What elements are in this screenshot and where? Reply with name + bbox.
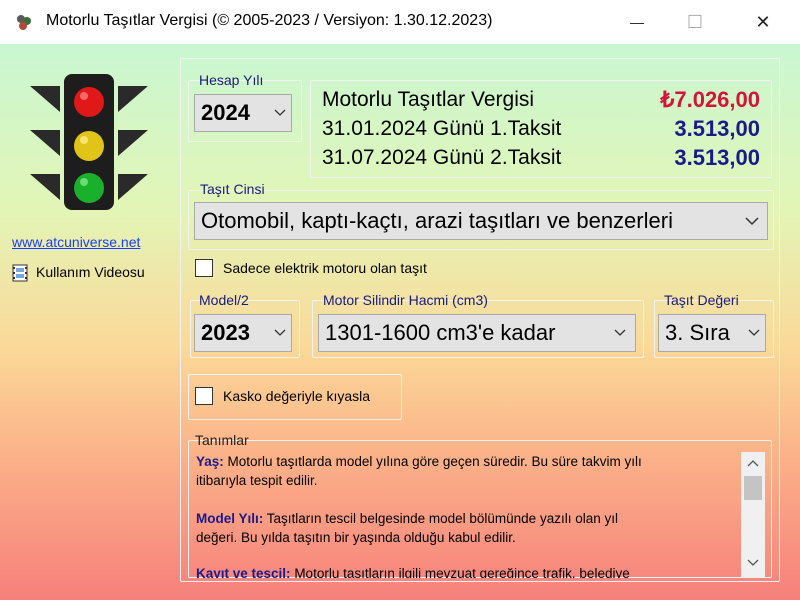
vehicle-type-value: Otomobil, kaptı-kaçtı, arazi taşıtları v… (201, 208, 673, 233)
film-icon (12, 264, 28, 282)
app-icon (17, 15, 31, 30)
maximize-button[interactable]: ☐ (672, 0, 718, 44)
model-select[interactable]: 2023 (194, 314, 292, 352)
vehicle-type-select[interactable]: Otomobil, kaptı-kaçtı, arazi taşıtları v… (194, 202, 768, 240)
website-link[interactable]: www.atcuniverse.net (12, 234, 140, 250)
chevron-down-icon (743, 329, 765, 337)
term-model-yili: Model Yılı: (196, 511, 264, 526)
summary-title: Motorlu Taşıtlar Vergisi (322, 88, 535, 111)
installment2-label: 31.07.2024 Günü 2.Taksit (322, 146, 562, 169)
minimize-button[interactable]: — (614, 0, 660, 44)
video-link[interactable]: Kullanım Videosu (36, 264, 145, 280)
scroll-down-arrow-icon[interactable] (741, 552, 765, 574)
hesap-yili-label: Hesap Yılı (199, 72, 264, 88)
definition-model-yili-line1: Taşıtların tescil belgesinde model bölüm… (266, 511, 618, 526)
close-button[interactable]: ✕ (740, 0, 786, 44)
vehicle-type-label: Taşıt Cinsi (200, 181, 265, 197)
definition-yas: Yaş: Motorlu taşıtlarda model yılına gör… (196, 452, 642, 471)
chevron-down-icon (737, 216, 767, 226)
window-title: Motorlu Taşıtlar Vergisi (© 2005-2023 / … (46, 12, 493, 29)
definitions-text[interactable]: Yaş: Motorlu taşıtlarda model yılına gör… (196, 452, 740, 578)
vehicle-value-select[interactable]: 3. Sıra (658, 314, 766, 352)
vehicle-value-label: Taşıt Değeri (664, 292, 739, 308)
definition-yas-line2: itibarıyla tespit edilir. (196, 473, 318, 488)
installment1-label: 31.01.2024 Günü 1.Taksit (322, 117, 562, 140)
definitions-scrollbar[interactable] (741, 452, 765, 578)
definition-yas-line1: Motorlu taşıtlarda model yılına göre geç… (227, 454, 642, 469)
chevron-down-icon (269, 109, 291, 117)
definitions-label: Tanımlar (195, 432, 249, 448)
model-label: Model/2 (199, 292, 249, 308)
definition-model-yili: Model Yılı: Taşıtların tescil belgesinde… (196, 509, 618, 528)
title-bar[interactable]: Motorlu Taşıtlar Vergisi (© 2005-2023 / … (0, 0, 800, 44)
installment1-amount: 3.513,00 (674, 116, 760, 141)
term-yas: Yaş: (196, 454, 224, 469)
minimize-icon: — (630, 14, 644, 30)
term-kayit: Kayıt ve tescil: (196, 566, 291, 578)
kasko-label[interactable]: Kasko değeriyle kıyasla (223, 388, 370, 404)
maximize-icon: ☐ (686, 11, 704, 32)
scroll-up-arrow-icon[interactable] (741, 452, 765, 474)
app-window: Motorlu Taşıtlar Vergisi (© 2005-2023 / … (0, 0, 800, 600)
definition-kayit: Kayıt ve tescil: Motorlu taşıtların ilgi… (196, 564, 630, 578)
definition-model-yili-line2: değeri. Bu yılda taşıtın bir yaşında old… (196, 530, 516, 545)
definition-kayit-line1: Motorlu taşıtların ilgili mevzuat gereği… (294, 566, 630, 578)
electric-only-label[interactable]: Sadece elektrik motoru olan taşıt (223, 260, 427, 276)
engine-select[interactable]: 1301-1600 cm3'e kadar (318, 314, 636, 352)
close-icon: ✕ (755, 11, 771, 32)
hesap-yili-select[interactable]: 2024 (194, 94, 292, 132)
engine-value: 1301-1600 cm3'e kadar (325, 320, 556, 345)
kasko-checkbox[interactable] (195, 387, 213, 405)
installment2-amount: 3.513,00 (674, 145, 760, 170)
chevron-down-icon (269, 329, 291, 337)
chevron-down-icon (605, 329, 635, 337)
total-amount: ₺7.026,00 (660, 87, 760, 112)
scroll-thumb[interactable] (744, 476, 762, 500)
model-value: 2023 (201, 320, 250, 345)
hesap-yili-value: 2024 (201, 100, 250, 125)
video-link-row[interactable]: Kullanım Videosu (12, 262, 162, 284)
traffic-light-icon (30, 74, 148, 210)
vehicle-value-value: 3. Sıra (665, 320, 730, 345)
engine-label: Motor Silindir Hacmi (cm3) (323, 292, 488, 308)
electric-only-checkbox[interactable] (195, 259, 213, 277)
